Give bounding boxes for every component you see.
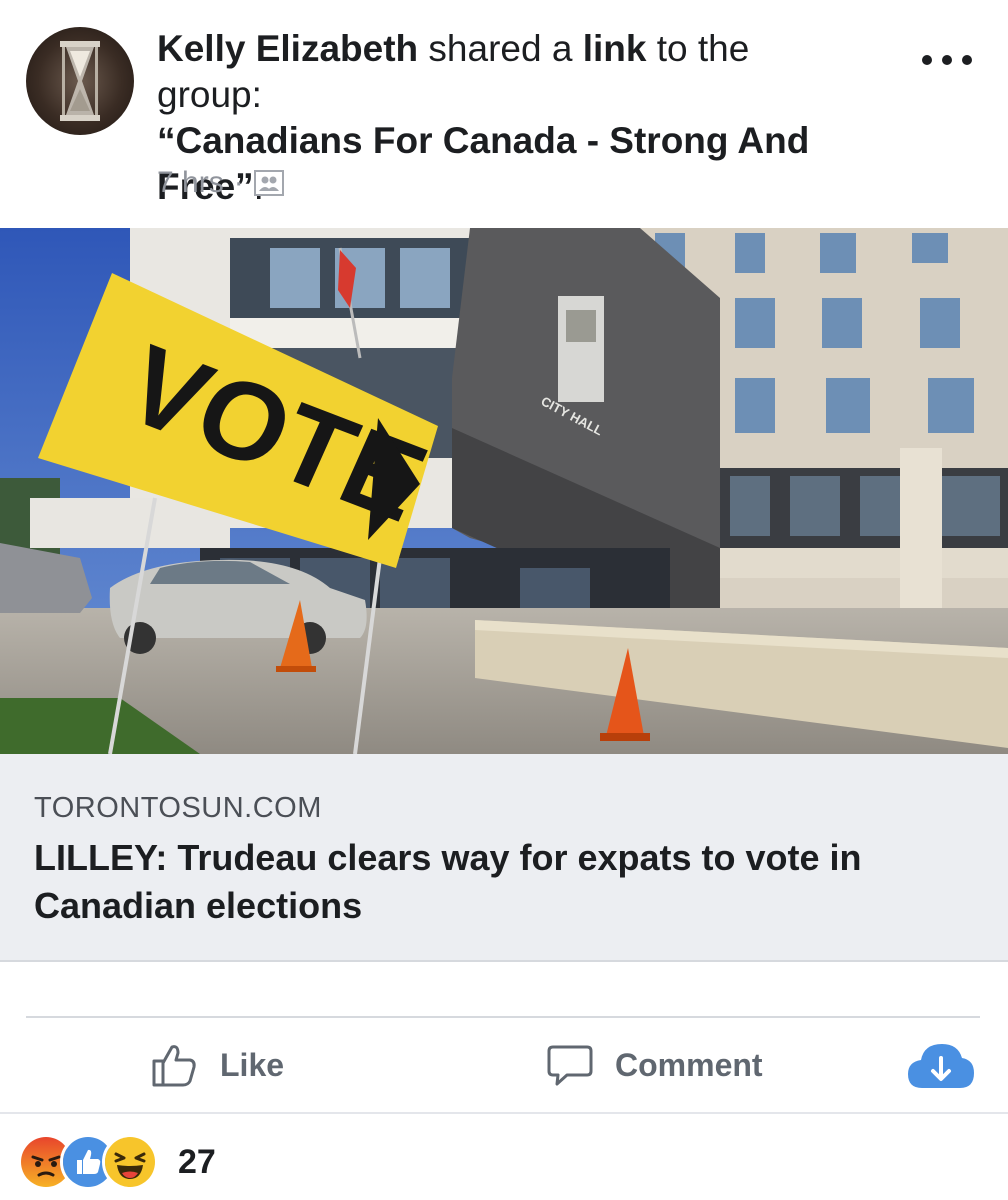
shared-text: shared a [418,28,583,69]
group-icon [253,170,284,196]
post-time[interactable]: 7 hrs [157,166,224,200]
like-button[interactable]: Like [150,1018,284,1112]
thumbs-up-icon [152,1045,196,1087]
link-title[interactable]: LILLEY: Trudeau clears way for expats to… [34,834,954,930]
link-word[interactable]: link [583,28,647,69]
more-icon-dot [962,55,972,65]
post-header: Kelly Elizabeth shared a link to the gro… [0,0,1008,228]
more-icon [922,55,932,65]
more-icon-dot [942,55,952,65]
action-bar: Like Comment [0,1018,1008,1112]
link-preview-card[interactable]: CITY HALL VOTE TORONTOSUN.COM LILLEY: Tr… [0,228,1008,962]
author-name[interactable]: Kelly Elizabeth [157,28,418,69]
divider [0,1112,1008,1114]
link-preview-image[interactable]: CITY HALL VOTE [0,228,1008,754]
download-button[interactable] [906,1018,976,1112]
haha-reaction-icon [102,1134,158,1190]
link-caption[interactable]: TORONTOSUN.COM LILLEY: Trudeau clears wa… [0,754,1008,962]
comment-button[interactable]: Comment [545,1018,763,1112]
hourglass-icon [60,41,100,121]
meta-separator: · [233,166,244,199]
link-domain: TORONTOSUN.COM [34,792,322,824]
reaction-count[interactable]: 27 [178,1143,216,1182]
author-avatar[interactable] [26,27,134,135]
more-options-button[interactable] [922,50,972,70]
comment-bubble-icon [547,1045,593,1086]
comment-label: Comment [615,1046,763,1083]
cloud-download-icon [908,1044,974,1088]
post-meta: 7 hrs · [157,166,284,200]
reactions-summary[interactable]: 27 [18,1134,216,1190]
like-label: Like [220,1046,285,1083]
